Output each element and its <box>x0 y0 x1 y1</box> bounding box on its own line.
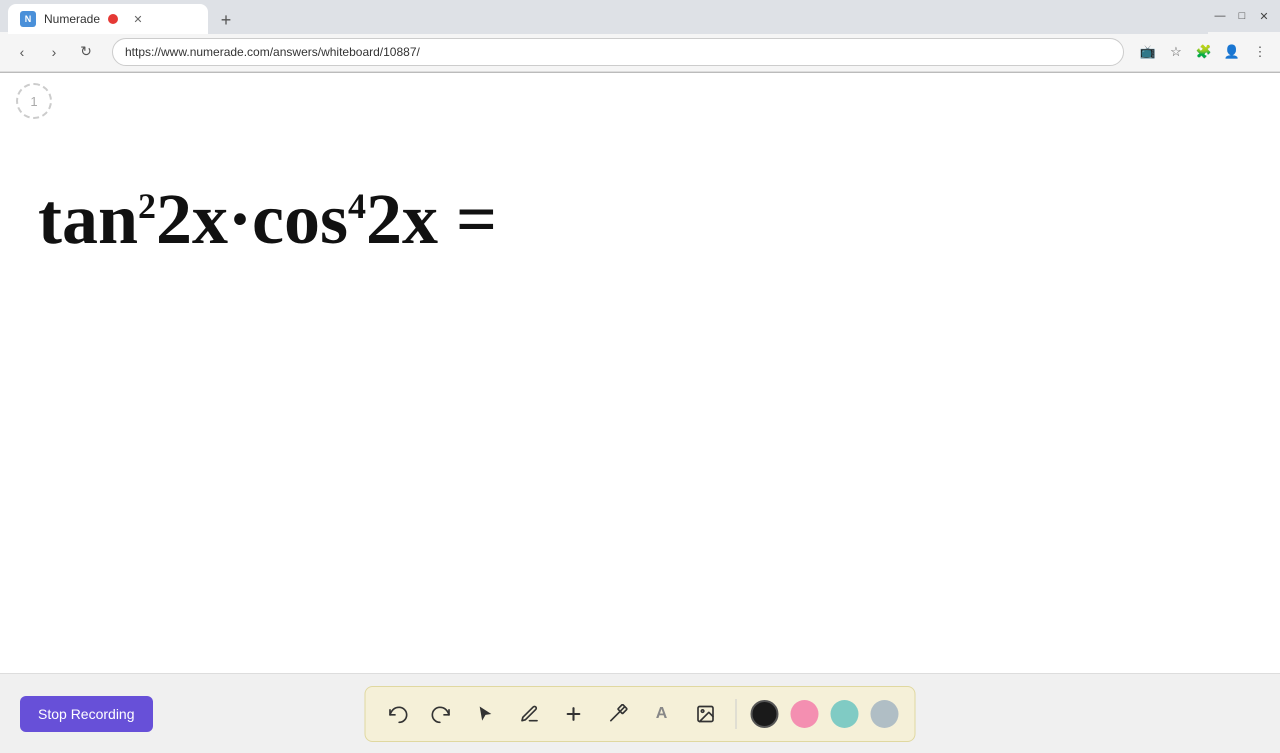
title-bar: N Numerade ✕ + — □ ✕ <box>0 0 1280 32</box>
browser-toolbar-icons: 📺 ☆ 🧩 👤 ⋮ <box>1136 40 1272 64</box>
back-button[interactable]: ‹ <box>8 38 36 66</box>
navigation-bar: ‹ › ↻ https://www.numerade.com/answers/w… <box>0 32 1280 72</box>
select-tool-button[interactable] <box>470 698 502 730</box>
color-gray[interactable] <box>871 700 899 728</box>
step-indicator: 1 <box>16 83 52 119</box>
add-tool-button[interactable] <box>558 698 590 730</box>
reload-button[interactable]: ↻ <box>72 38 100 66</box>
drawing-toolbar: A <box>365 686 916 742</box>
redo-button[interactable] <box>426 698 458 730</box>
tab-bar: N Numerade ✕ + <box>8 0 1208 34</box>
tab-favicon: N <box>20 11 36 27</box>
math-expression: tan22x·cos42x = <box>38 183 497 255</box>
whiteboard-canvas[interactable]: 1 tan22x·cos42x = <box>0 73 1280 673</box>
highlighter-tool-button[interactable] <box>602 698 634 730</box>
step-number: 1 <box>30 94 37 109</box>
toolbar-separator <box>736 699 737 729</box>
image-tool-button[interactable] <box>690 698 722 730</box>
profile-icon[interactable]: 👤 <box>1220 40 1244 64</box>
text-tool-button[interactable]: A <box>646 698 678 730</box>
color-black[interactable] <box>751 700 779 728</box>
pen-tool-button[interactable] <box>514 698 546 730</box>
window-controls: — □ ✕ <box>1212 8 1272 24</box>
bookmark-icon[interactable]: ☆ <box>1164 40 1188 64</box>
address-bar[interactable]: https://www.numerade.com/answers/whitebo… <box>112 38 1124 66</box>
minimize-button[interactable]: — <box>1212 8 1228 24</box>
color-green[interactable] <box>831 700 859 728</box>
more-icon[interactable]: ⋮ <box>1248 40 1272 64</box>
maximize-button[interactable]: □ <box>1234 8 1250 24</box>
browser-tab[interactable]: N Numerade ✕ <box>8 4 208 34</box>
extension-icon[interactable]: 🧩 <box>1192 40 1216 64</box>
cast-icon[interactable]: 📺 <box>1136 40 1160 64</box>
tab-close-button[interactable]: ✕ <box>130 11 146 27</box>
forward-button[interactable]: › <box>40 38 68 66</box>
tan-exponent: 2 <box>138 186 156 226</box>
tab-title: Numerade <box>44 12 100 26</box>
undo-button[interactable] <box>382 698 414 730</box>
url-text: https://www.numerade.com/answers/whitebo… <box>125 45 420 59</box>
close-button[interactable]: ✕ <box>1256 8 1272 24</box>
stop-recording-button[interactable]: Stop Recording <box>20 696 153 732</box>
new-tab-button[interactable]: + <box>212 6 240 34</box>
color-pink[interactable] <box>791 700 819 728</box>
cos-exponent: 4 <box>348 186 366 226</box>
bottom-toolbar: Stop Recording <box>0 673 1280 753</box>
browser-chrome: N Numerade ✕ + — □ ✕ ‹ › ↻ https://www.n… <box>0 0 1280 73</box>
tab-recording-indicator <box>108 14 118 24</box>
